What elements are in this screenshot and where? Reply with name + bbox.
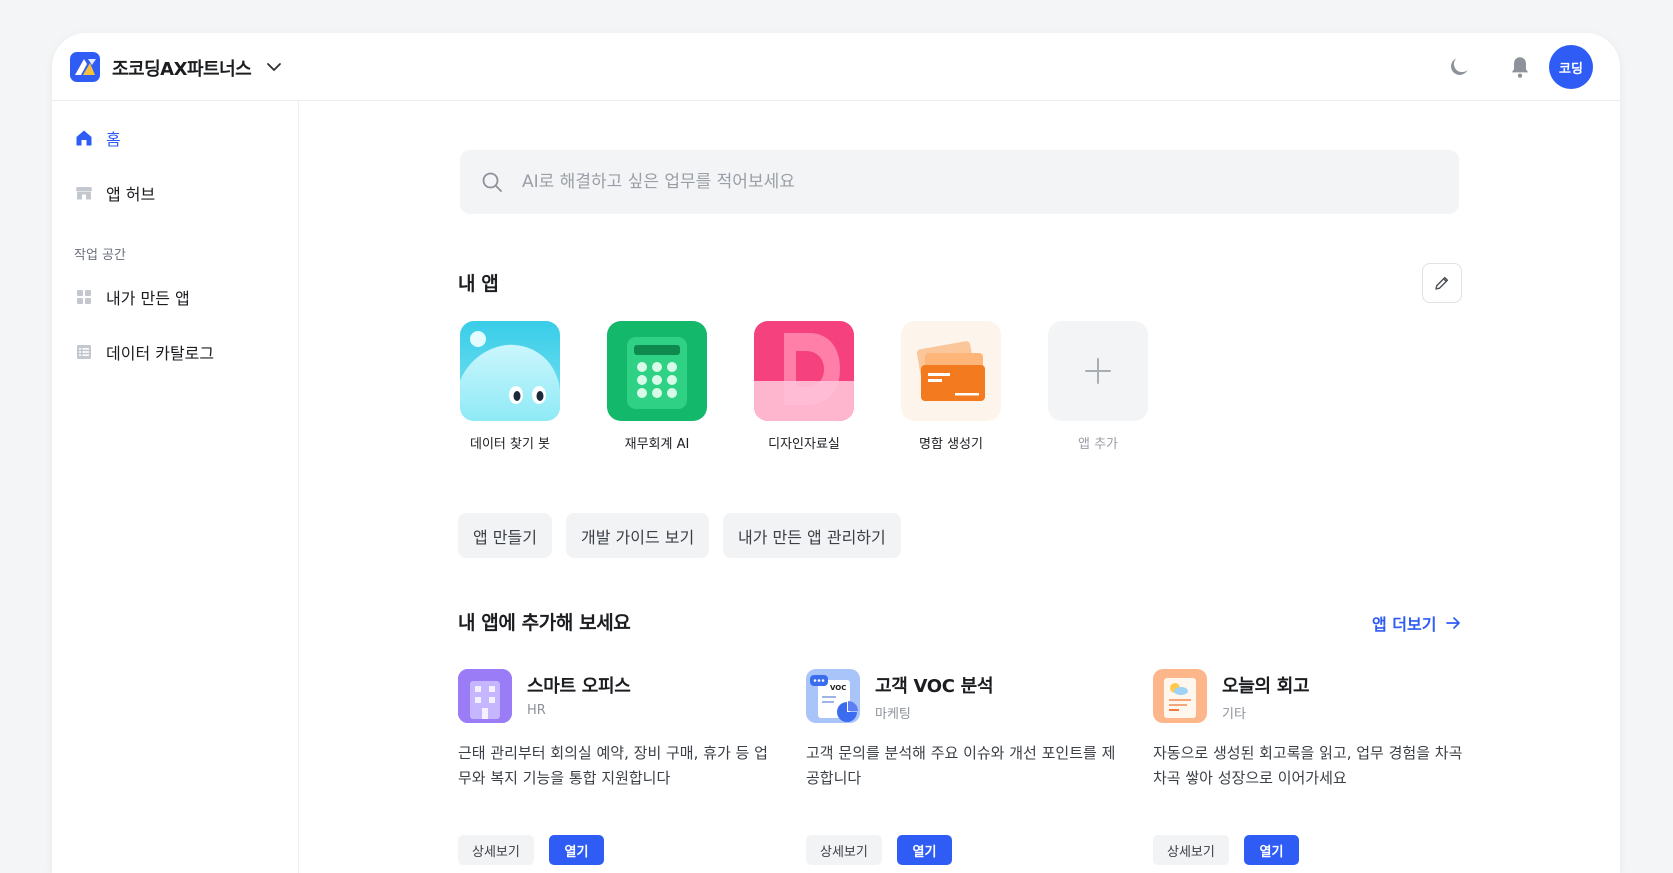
open-button[interactable]: 열기: [897, 835, 952, 865]
business-card-icon: [901, 321, 1001, 421]
voc-report-icon: VOC: [806, 669, 860, 723]
app-tile-finance-ai[interactable]: 재무회계 AI: [607, 321, 707, 452]
blob-face-icon: [460, 321, 560, 421]
plus-icon: [1048, 321, 1148, 421]
card-description: 자동으로 생성된 회고록을 읽고, 업무 경험을 차곡차곡 쌓아 성장으로 이어…: [1153, 744, 1463, 787]
app-label: 데이터 찾기 봇: [469, 437, 551, 452]
pencil-icon: [1435, 276, 1449, 290]
app-label: 재무회계 AI: [624, 437, 690, 452]
home-icon: [76, 130, 92, 146]
app-window: 조코딩AX파트너스 코딩 홈 앱 허브 작업 공간 내가 만든 앱 데이터 카탈…: [52, 33, 1620, 873]
sidebar-item-label: 앱 허브: [106, 185, 156, 204]
add-app-button[interactable]: 앱 추가: [1048, 321, 1148, 452]
sidebar: 홈 앱 허브 작업 공간 내가 만든 앱 데이터 카탈로그: [52, 101, 299, 873]
arrow-right-icon: [1446, 617, 1461, 629]
org-logo-icon[interactable]: [70, 52, 100, 82]
grid-icon: [77, 290, 91, 304]
app-label: 앱 추가: [1077, 437, 1118, 452]
sidebar-item-label: 데이터 카탈로그: [106, 344, 215, 363]
app-tile-business-card-generator[interactable]: 명함 생성기: [901, 321, 1001, 452]
card-title: 고객 VOC 분석: [875, 676, 994, 697]
building-icon: [458, 669, 512, 723]
search-input[interactable]: [522, 150, 1422, 214]
detail-button[interactable]: 상세보기: [458, 835, 534, 865]
app-tile-design-library[interactable]: 디자인자료실: [754, 321, 854, 452]
create-app-chip[interactable]: 앱 만들기: [458, 513, 552, 558]
recommend-title: 내 앱에 추가해 보세요: [458, 612, 631, 634]
sidebar-item-label: 내가 만든 앱: [106, 289, 190, 308]
workspace-section-label: 작업 공간: [74, 248, 126, 263]
card-description: 근태 관리부터 회의실 예약, 장비 구매, 휴가 등 업무와 복지 기능을 통…: [458, 744, 768, 787]
chevron-down-icon[interactable]: [264, 57, 284, 77]
search-bar[interactable]: [460, 150, 1459, 214]
card-category: 기타: [1222, 707, 1246, 722]
card-title: 오늘의 회고: [1222, 676, 1310, 697]
dev-guide-chip[interactable]: 개발 가이드 보기: [566, 513, 710, 558]
more-apps-label: 앱 더보기: [1372, 615, 1437, 634]
more-apps-link[interactable]: 앱 더보기: [1372, 611, 1462, 635]
sidebar-item-app-hub[interactable]: 앱 허브: [74, 179, 155, 207]
open-button[interactable]: 열기: [1244, 835, 1299, 865]
sidebar-item-data-catalog[interactable]: 데이터 카탈로그: [74, 338, 214, 366]
sidebar-item-my-apps[interactable]: 내가 만든 앱: [74, 283, 190, 311]
list-icon: [77, 345, 91, 359]
card-category: 마케팅: [875, 707, 911, 722]
edit-apps-button[interactable]: [1422, 263, 1462, 303]
my-apps-title: 내 앱: [458, 273, 499, 295]
org-name[interactable]: 조코딩AX파트너스: [112, 55, 252, 81]
search-icon: [482, 172, 502, 192]
card-description: 고객 문의를 분석해 주요 이슈와 개선 포인트를 제공합니다: [806, 744, 1116, 787]
card-category: HR: [527, 703, 546, 718]
detail-button[interactable]: 상세보기: [1153, 835, 1229, 865]
retrospective-note-icon: [1153, 669, 1207, 723]
calculator-icon: [607, 321, 707, 421]
detail-button[interactable]: 상세보기: [806, 835, 882, 865]
sidebar-item-label: 홈: [106, 130, 121, 149]
open-button[interactable]: 열기: [549, 835, 604, 865]
app-label: 명함 생성기: [919, 437, 983, 452]
sidebar-item-home[interactable]: 홈: [74, 124, 121, 152]
letter-d-icon: [754, 321, 854, 421]
store-icon: [76, 187, 92, 200]
app-tile-data-finder-bot[interactable]: 데이터 찾기 봇: [460, 321, 560, 452]
moon-icon[interactable]: [1446, 54, 1472, 80]
app-label: 디자인자료실: [768, 437, 840, 452]
voc-icon-text: VOC: [830, 684, 846, 692]
card-title: 스마트 오피스: [527, 676, 631, 697]
top-header: 조코딩AX파트너스 코딩: [52, 33, 1620, 101]
user-avatar[interactable]: 코딩: [1549, 45, 1593, 89]
manage-my-apps-chip[interactable]: 내가 만든 앱 관리하기: [723, 513, 901, 558]
bell-icon[interactable]: [1507, 54, 1533, 80]
